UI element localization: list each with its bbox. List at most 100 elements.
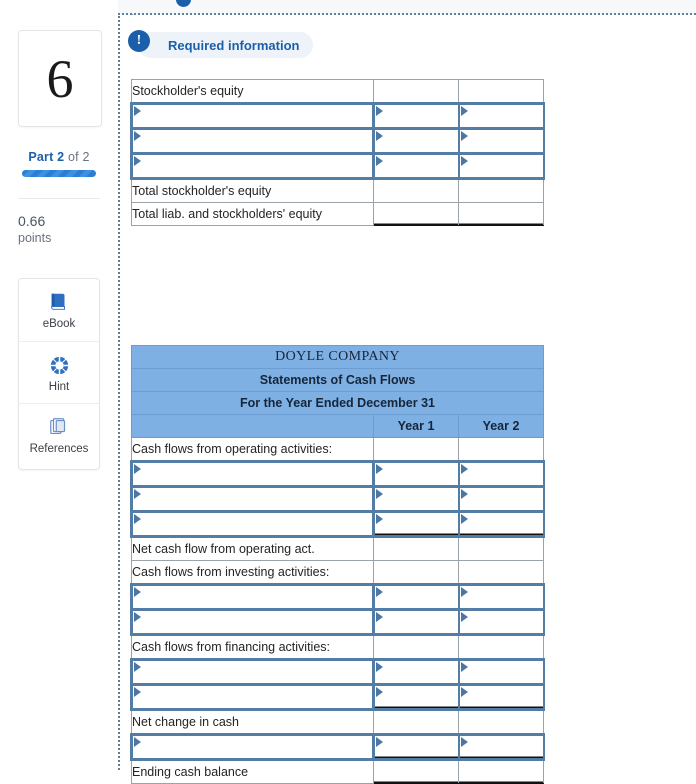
table-row — [130, 485, 545, 513]
table-row — [130, 460, 545, 488]
cashflow-y2-cell-0 — [458, 437, 544, 462]
cashflow-row-label-4: Net cash flow from operating act. — [131, 536, 374, 561]
cashflow-y1-cell-11 — [373, 709, 459, 735]
cashflow-y1-input-2[interactable] — [372, 485, 460, 513]
col-header-year1: Year 1 — [373, 414, 459, 438]
equity-y1-input-2[interactable] — [372, 127, 460, 155]
cashflow-y1-cell-0 — [373, 437, 459, 462]
table-title-row: DOYLE COMPANY — [131, 345, 544, 369]
cashflow-y2-input-12[interactable] — [457, 733, 545, 761]
cashflow-y1-cell-13 — [373, 759, 459, 784]
col-header-year2: Year 2 — [458, 414, 544, 438]
cashflow-y2-input-6[interactable] — [457, 583, 545, 611]
table-row: Total liab. and stockholders' equity — [131, 202, 544, 226]
cashflow-desc-input-12[interactable] — [130, 733, 375, 761]
documents-icon — [48, 415, 70, 439]
equity-desc-input-3[interactable] — [130, 152, 375, 180]
table-row: Net cash flow from operating act. — [131, 536, 544, 561]
points-value: 0.66 — [18, 213, 46, 229]
statement-title: Statements of Cash Flows — [131, 368, 544, 392]
cashflow-y2-input-10[interactable] — [457, 683, 545, 711]
equity-y1-input-1[interactable] — [372, 102, 460, 130]
part-total: of 2 — [68, 150, 90, 164]
equity-y2-cell-5 — [458, 202, 544, 226]
references-button[interactable]: References — [19, 403, 99, 466]
table-row — [130, 683, 545, 711]
part-label: Part — [28, 150, 54, 164]
cashflow-desc-input-2[interactable] — [130, 485, 375, 513]
table-row — [130, 583, 545, 611]
cashflow-y2-input-2[interactable] — [457, 485, 545, 513]
table-subtitle-row: Statements of Cash Flows — [131, 368, 544, 392]
cashflow-y2-input-7[interactable] — [457, 608, 545, 636]
cashflow-y2-input-9[interactable] — [457, 658, 545, 686]
question-content: Required information ! Stockholder's equ… — [120, 15, 696, 784]
cashflow-row-label-0: Cash flows from operating activities: — [131, 437, 374, 462]
table-row: Cash flows from investing activities: — [131, 560, 544, 585]
cashflow-y2-cell-8 — [458, 634, 544, 660]
stockholders-equity-table: Stockholder's equity Total stockholder's … — [130, 79, 545, 226]
cash-flow-head: DOYLE COMPANY Statements of Cash Flows F… — [131, 345, 544, 438]
cashflow-row-label-8: Cash flows from financing activities: — [131, 634, 374, 660]
cashflow-desc-input-10[interactable] — [130, 683, 375, 711]
cashflow-y2-cell-13 — [458, 759, 544, 784]
table-row: Cash flows from financing activities: — [131, 634, 544, 660]
cashflow-y1-input-7[interactable] — [372, 608, 460, 636]
ebook-label: eBook — [42, 318, 76, 330]
table-row — [130, 510, 545, 538]
question-number-card: 6 — [18, 30, 102, 127]
equity-y2-input-1[interactable] — [457, 102, 545, 130]
book-icon — [48, 290, 70, 314]
cashflow-row-label-13: Ending cash balance — [131, 759, 374, 784]
table-row: Cash flows from operating activities: — [131, 437, 544, 462]
cash-flow-body: Cash flows from operating activities: Net… — [130, 437, 545, 784]
cashflow-desc-input-3[interactable] — [130, 510, 375, 538]
stockholders-equity-body: Stockholder's equity Total stockholder's … — [130, 79, 545, 226]
equity-y2-input-2[interactable] — [457, 127, 545, 155]
table-row: Ending cash balance — [131, 759, 544, 784]
equity-row-label-4: Total stockholder's equity — [131, 178, 374, 203]
col-header-blank — [131, 414, 374, 438]
cashflow-y2-input-3[interactable] — [457, 510, 545, 538]
cashflow-row-label-11: Net change in cash — [131, 709, 374, 735]
equity-y2-cell-0 — [458, 79, 544, 104]
cashflow-y1-input-12[interactable] — [372, 733, 460, 761]
cashflow-y1-input-9[interactable] — [372, 658, 460, 686]
company-name: DOYLE COMPANY — [131, 345, 544, 369]
cashflow-y1-cell-4 — [373, 536, 459, 561]
sidebar-divider — [18, 198, 100, 199]
ebook-button[interactable]: eBook — [19, 279, 99, 341]
equity-y1-cell-0 — [373, 79, 459, 104]
page-root: 6 Part 2 of 2 0.66 points eBook Hint Ref… — [0, 0, 696, 784]
cashflow-desc-input-1[interactable] — [130, 460, 375, 488]
cashflow-y1-input-1[interactable] — [372, 460, 460, 488]
equity-row-label-5: Total liab. and stockholders' equity — [131, 202, 374, 226]
points-label: points — [18, 231, 52, 245]
equity-row-label-0: Stockholder's equity — [131, 79, 374, 104]
equity-y2-input-3[interactable] — [457, 152, 545, 180]
exclamation-circle-icon: ! — [128, 30, 150, 52]
equity-y1-cell-5 — [373, 202, 459, 226]
cashflow-y1-cell-5 — [373, 560, 459, 585]
table-row — [130, 608, 545, 636]
table-row: Total stockholder's equity — [131, 178, 544, 203]
hint-button[interactable]: Hint — [19, 341, 99, 404]
part-indicator: Part 2 of 2 — [18, 150, 100, 164]
cashflow-y2-cell-4 — [458, 536, 544, 561]
cashflow-y2-input-1[interactable] — [457, 460, 545, 488]
question-sidebar: 6 Part 2 of 2 0.66 points eBook Hint Ref… — [0, 0, 118, 770]
equity-y1-input-3[interactable] — [372, 152, 460, 180]
cashflow-y1-input-6[interactable] — [372, 583, 460, 611]
cashflow-y1-input-3[interactable] — [372, 510, 460, 538]
cashflow-y2-cell-11 — [458, 709, 544, 735]
cashflow-desc-input-9[interactable] — [130, 658, 375, 686]
equity-desc-input-2[interactable] — [130, 127, 375, 155]
cashflow-desc-input-7[interactable] — [130, 608, 375, 636]
table-row — [130, 658, 545, 686]
cash-flow-statement-table: DOYLE COMPANY Statements of Cash Flows F… — [130, 345, 545, 784]
cashflow-desc-input-6[interactable] — [130, 583, 375, 611]
equity-desc-input-1[interactable] — [130, 102, 375, 130]
required-information-banner: Required information — [138, 32, 314, 58]
cashflow-y1-input-10[interactable] — [372, 683, 460, 711]
cashflow-y2-cell-5 — [458, 560, 544, 585]
